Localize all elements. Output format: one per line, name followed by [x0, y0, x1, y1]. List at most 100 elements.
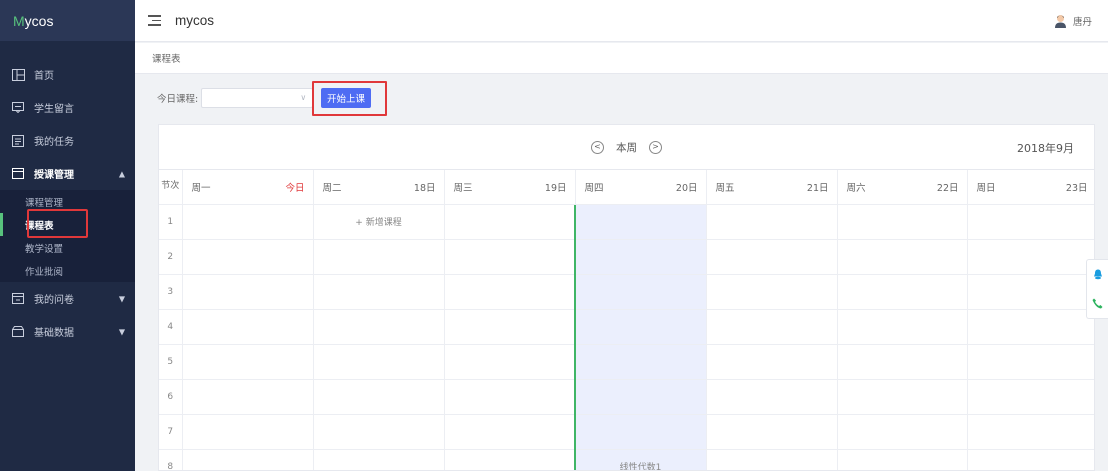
timetable-cell[interactable] — [706, 274, 838, 310]
month-label: 2018年9月 — [1017, 142, 1074, 155]
sidebar-item-label: 学生留言 — [34, 104, 74, 115]
phone-icon[interactable] — [1092, 298, 1103, 309]
timetable-cell[interactable] — [182, 274, 314, 310]
sidebar-item-teaching[interactable]: 授课管理 ▲ — [0, 157, 135, 190]
sidebar-item-basic-data[interactable]: 基础数据 ▼ — [0, 315, 135, 348]
period-number: 8 — [159, 449, 183, 470]
timetable-cell[interactable] — [444, 344, 576, 380]
timetable-cell[interactable] — [967, 239, 1094, 275]
timetable-cell[interactable] — [706, 204, 838, 240]
timetable-cell[interactable] — [444, 449, 576, 470]
sidebar-item-messages[interactable]: 学生留言 — [0, 91, 135, 124]
period-header: 节次 — [159, 170, 183, 205]
timetable-cell[interactable] — [313, 239, 445, 275]
timetable-cell[interactable] — [313, 309, 445, 345]
timetable-cell[interactable] — [444, 274, 576, 310]
timetable-cell[interactable] — [967, 344, 1094, 380]
course-block[interactable]: 线性代数1 — [575, 449, 707, 470]
app-logo[interactable]: Mycos — [13, 13, 53, 29]
annotation-highlight-box — [312, 81, 387, 116]
timetable-cell[interactable] — [313, 414, 445, 450]
timetable-cell[interactable] — [575, 344, 707, 380]
chevron-up-icon: ▲ — [118, 169, 125, 178]
timetable-cell[interactable] — [837, 414, 968, 450]
timetable-cell[interactable] — [706, 344, 838, 380]
timetable-cell[interactable] — [575, 274, 707, 310]
today-course-select[interactable]: ∨ — [201, 87, 314, 108]
period-number: 2 — [159, 239, 183, 275]
chevron-down-icon: ▼ — [118, 294, 125, 303]
period-row: 3 — [159, 274, 1094, 310]
timetable-cell[interactable] — [837, 274, 968, 310]
timetable-cell[interactable] — [837, 204, 968, 240]
timetable-cell[interactable] — [444, 309, 576, 345]
timetable-cell[interactable] — [444, 379, 576, 415]
period-row: 6 — [159, 379, 1094, 415]
user-menu[interactable]: 唐丹 — [1054, 14, 1092, 28]
timetable-cell[interactable] — [444, 204, 576, 240]
sidebar-subitem-teaching-settings[interactable]: 教学设置 — [0, 236, 135, 259]
timetable-cell[interactable] — [706, 414, 838, 450]
timetable-cell[interactable] — [182, 204, 314, 240]
timetable-cell[interactable] — [182, 414, 314, 450]
timetable-cell[interactable] — [967, 204, 1094, 240]
timetable-cell[interactable] — [967, 449, 1094, 470]
timetable-cell[interactable] — [182, 344, 314, 380]
sidebar-item-surveys[interactable]: 我的问卷 ▼ — [0, 282, 135, 315]
timetable-cell[interactable] — [575, 379, 707, 415]
next-week-icon[interactable]: > — [649, 140, 662, 154]
logo-bar: Mycos — [0, 0, 135, 41]
timetable-cell[interactable] — [706, 449, 838, 470]
day-header-wed: 周三 19日 — [444, 170, 576, 205]
timetable-cell[interactable] — [444, 239, 576, 275]
prev-week-icon[interactable]: < — [591, 140, 604, 154]
timetable-cell[interactable] — [182, 379, 314, 415]
timetable-cell[interactable] — [837, 309, 968, 345]
week-navigator: < 本周 > — [159, 125, 1094, 170]
timetable-cell[interactable] — [182, 449, 314, 470]
day-header-mon: 周一 今日 — [182, 170, 314, 205]
period-number: 3 — [159, 274, 183, 310]
timetable-cell[interactable] — [837, 239, 968, 275]
timetable-cell[interactable] — [444, 414, 576, 450]
timetable-cell[interactable] — [313, 344, 445, 380]
timetable-cell[interactable] — [575, 204, 707, 240]
top-header: mycos 唐丹 — [135, 0, 1108, 42]
timetable-cell[interactable] — [967, 414, 1094, 450]
chevron-down-icon: ▼ — [118, 327, 125, 336]
timetable-cell[interactable] — [313, 379, 445, 415]
sidebar-item-tasks[interactable]: 我的任务 — [0, 124, 135, 157]
day-header-fri: 周五 21日 — [706, 170, 838, 205]
timetable-cell[interactable] — [313, 449, 445, 470]
timetable-cell[interactable] — [837, 344, 968, 380]
timetable-cell[interactable] — [575, 239, 707, 275]
period-row: 1 + 新增课程 — [159, 204, 1094, 240]
day-header-thu: 周四 20日 — [575, 170, 707, 205]
qq-icon[interactable] — [1093, 269, 1103, 280]
timetable-cell[interactable] — [313, 274, 445, 310]
menu-toggle-icon[interactable] — [148, 15, 161, 26]
period-row: 2 — [159, 239, 1094, 275]
timetable-cell[interactable] — [575, 309, 707, 345]
timetable-cell[interactable] — [706, 239, 838, 275]
sidebar-item-home[interactable]: 首页 — [0, 58, 135, 91]
timetable-cell[interactable] — [182, 239, 314, 275]
period-number: 5 — [159, 344, 183, 380]
timetable-cell[interactable] — [967, 309, 1094, 345]
current-week-label[interactable]: 本周 — [616, 140, 637, 155]
timetable-cell[interactable] — [706, 379, 838, 415]
sidebar-subitem-homework-review[interactable]: 作业批阅 — [0, 259, 135, 282]
sidebar-item-label: 我的任务 — [34, 137, 74, 148]
breadcrumb: 课程表 — [135, 43, 1108, 74]
timetable-cell[interactable] — [706, 309, 838, 345]
timetable-cell[interactable] — [967, 274, 1094, 310]
timetable-cell[interactable] — [967, 379, 1094, 415]
user-name: 唐丹 — [1072, 17, 1092, 28]
add-course-link[interactable]: + 新增课程 — [313, 204, 445, 240]
timetable-cell[interactable] — [837, 379, 968, 415]
timetable-cell[interactable] — [182, 309, 314, 345]
timetable-cell[interactable] — [837, 449, 968, 470]
timetable-cell[interactable] — [575, 414, 707, 450]
toolbar: 今日课程: ∨ 开始上课 — [135, 75, 1108, 120]
period-number: 7 — [159, 414, 183, 450]
